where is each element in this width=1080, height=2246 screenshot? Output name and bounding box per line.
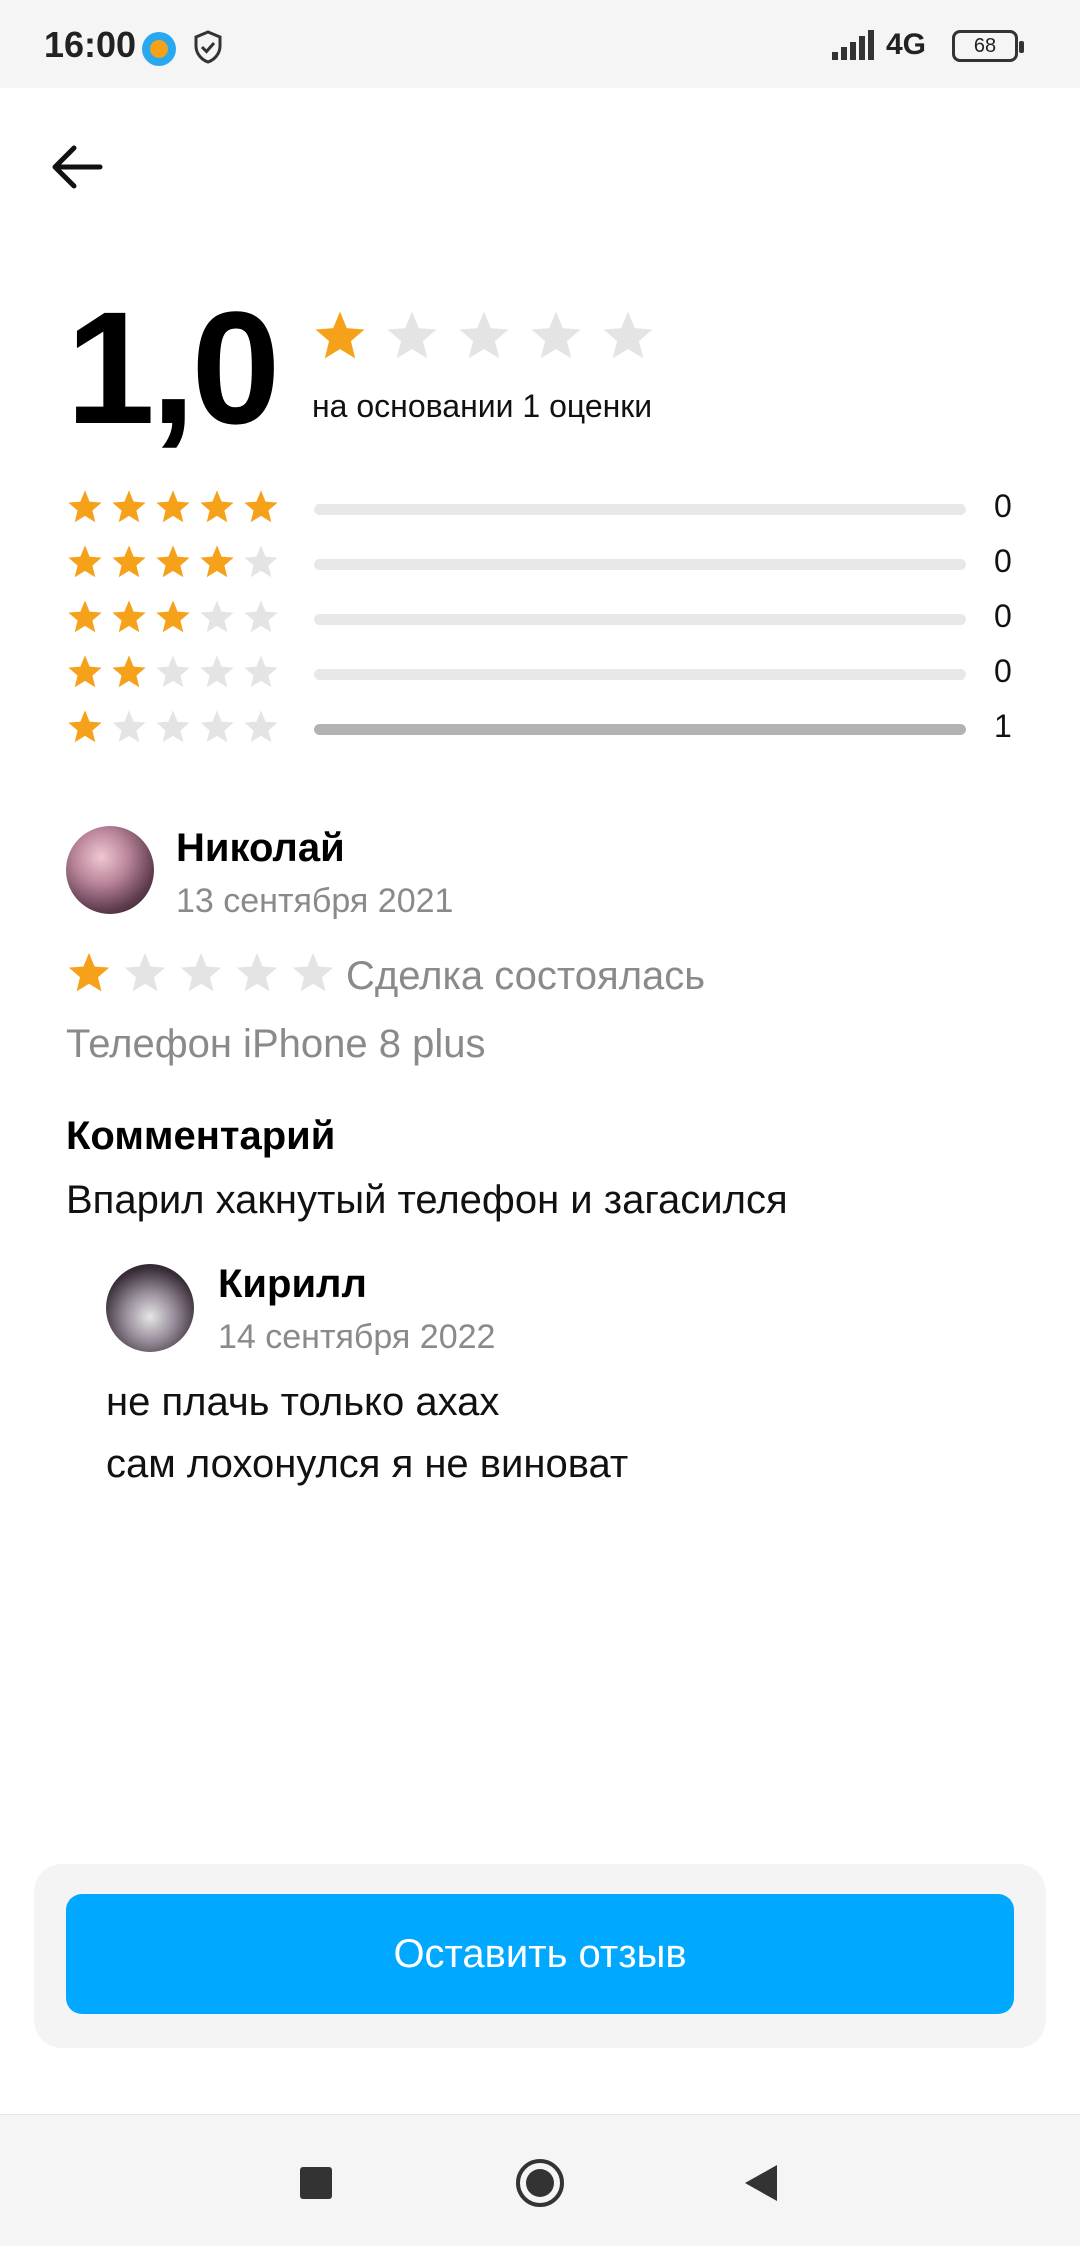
- triangle-back-icon: [745, 2165, 777, 2201]
- action-panel: Оставить отзыв: [34, 1864, 1046, 2048]
- distribution-bar: [314, 559, 966, 570]
- status-bar: 16:00 4G 68: [0, 0, 1080, 88]
- star-filled-icon: [68, 490, 102, 523]
- distribution-count: 1: [994, 708, 1012, 744]
- review-item-name: Телефон iPhone 8 plus: [66, 1022, 486, 1066]
- star-empty-icon: [180, 952, 222, 992]
- distribution-bar: [314, 614, 966, 625]
- reply-author-avatar[interactable]: [106, 1264, 194, 1352]
- comment-text: Впарил хакнутый телефон и загасился: [66, 1178, 788, 1222]
- recent-apps-button[interactable]: [288, 2155, 344, 2211]
- status-time: 16:00: [44, 24, 137, 65]
- star-empty-icon: [244, 545, 278, 578]
- battery-icon: 68: [952, 30, 1024, 62]
- star-empty-icon: [200, 655, 234, 688]
- navigation-bar: [0, 2114, 1080, 2246]
- star-filled-icon: [244, 490, 278, 523]
- star-empty-icon: [200, 600, 234, 633]
- system-back-button[interactable]: [734, 2155, 790, 2211]
- star-filled-icon: [112, 545, 146, 578]
- distribution-stars: [66, 653, 280, 691]
- review-date: 13 сентября 2021: [176, 882, 454, 920]
- signal-icon: [832, 30, 874, 60]
- network-type: 4G: [886, 28, 927, 61]
- rating-distribution: 0 0 0 0 1: [66, 484, 1026, 759]
- square-icon: [300, 2167, 332, 2199]
- star-empty-icon: [603, 311, 653, 359]
- reply-date: 14 сентября 2022: [218, 1318, 496, 1356]
- arrow-left-icon: [52, 145, 103, 189]
- rating-caption: на основании 1 оценки: [312, 388, 653, 424]
- reply-text-line: не плачь только ахах: [106, 1380, 500, 1424]
- star-filled-icon: [200, 490, 234, 523]
- home-button[interactable]: [512, 2155, 568, 2211]
- star-filled-icon: [156, 545, 190, 578]
- deal-status: Сделка состоялась: [346, 954, 706, 998]
- distribution-count: 0: [994, 488, 1012, 524]
- star-empty-icon: [244, 600, 278, 633]
- star-filled-icon: [112, 600, 146, 633]
- star-filled-icon: [112, 490, 146, 523]
- star-empty-icon: [156, 655, 190, 688]
- distribution-bar-fill: [314, 724, 966, 735]
- back-button[interactable]: [40, 130, 114, 204]
- star-empty-icon: [387, 311, 437, 359]
- distribution-row: 1: [66, 704, 1026, 759]
- star-empty-icon: [459, 311, 509, 359]
- reply-author-name[interactable]: Кирилл: [218, 1262, 367, 1307]
- summary-star-rating: [312, 308, 656, 364]
- distribution-count: 0: [994, 653, 1012, 689]
- star-filled-icon: [68, 710, 102, 743]
- star-filled-icon: [156, 490, 190, 523]
- star-empty-icon: [531, 311, 581, 359]
- reviewer-name[interactable]: Николай: [176, 826, 345, 871]
- leave-review-button[interactable]: Оставить отзыв: [66, 1894, 1014, 2014]
- distribution-bar: [314, 669, 966, 680]
- review-star-rating: [66, 950, 336, 996]
- star-empty-icon: [156, 710, 190, 743]
- distribution-stars: [66, 488, 280, 526]
- star-filled-icon: [68, 600, 102, 633]
- circle-icon: [516, 2159, 564, 2207]
- star-empty-icon: [236, 952, 278, 992]
- distribution-stars: [66, 598, 280, 636]
- star-filled-icon: [200, 545, 234, 578]
- star-filled-icon: [68, 655, 102, 688]
- distribution-row: 0: [66, 539, 1026, 594]
- star-empty-icon: [124, 952, 166, 992]
- distribution-stars: [66, 543, 280, 581]
- distribution-stars: [66, 708, 280, 746]
- notification-app-icon: [142, 32, 176, 66]
- reply-text-line: сам лохонулся я не виноват: [106, 1442, 629, 1486]
- comment-heading: Комментарий: [66, 1114, 336, 1158]
- star-filled-icon: [156, 600, 190, 633]
- distribution-count: 0: [994, 598, 1012, 634]
- distribution-row: 0: [66, 594, 1026, 649]
- star-filled-icon: [112, 655, 146, 688]
- star-filled-icon: [68, 545, 102, 578]
- distribution-row: 0: [66, 484, 1026, 539]
- distribution-bar: [314, 724, 966, 735]
- reviewer-avatar[interactable]: [66, 826, 154, 914]
- star-empty-icon: [292, 952, 334, 992]
- star-empty-icon: [244, 710, 278, 743]
- distribution-row: 0: [66, 649, 1026, 704]
- star-filled-icon: [315, 311, 365, 359]
- shield-icon: [194, 30, 222, 64]
- star-filled-icon: [68, 952, 110, 992]
- average-rating: 1,0: [66, 278, 280, 457]
- star-empty-icon: [200, 710, 234, 743]
- distribution-count: 0: [994, 543, 1012, 579]
- star-empty-icon: [112, 710, 146, 743]
- distribution-bar: [314, 504, 966, 515]
- star-empty-icon: [244, 655, 278, 688]
